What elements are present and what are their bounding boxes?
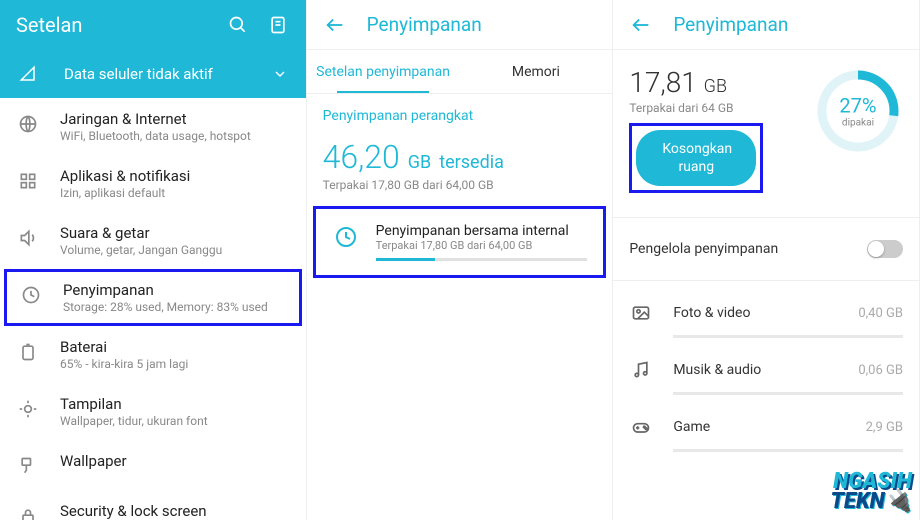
- used-amount: 17,81 GB: [629, 66, 805, 99]
- back-icon[interactable]: [323, 14, 347, 36]
- globe-icon: [16, 112, 40, 136]
- cat-size: 2,9 GB: [866, 420, 903, 435]
- storage-used-sub: Terpakai 17,80 GB dari 64,00 GB: [323, 178, 597, 192]
- sidebar-item-storage[interactable]: PenyimpananStorage: 28% used, Memory: 83…: [4, 269, 302, 326]
- item-label: Tampilan: [60, 395, 208, 413]
- tab-memory[interactable]: Memori: [459, 50, 612, 93]
- paint-icon: [16, 454, 40, 478]
- clock-icon: [19, 283, 43, 307]
- item-label: Security & lock screen: [60, 502, 207, 520]
- brightness-icon: [16, 397, 40, 421]
- item-label: Penyimpanan: [63, 281, 268, 299]
- item-sub: Storage: 28% used, Memory: 83% used: [63, 300, 268, 314]
- clock-icon: [332, 223, 360, 251]
- used-sub: Terpakai dari 64 GB: [629, 101, 805, 115]
- sidebar-item-battery[interactable]: Baterai65% - kira-kira 5 jam lagi: [0, 326, 306, 383]
- item-sub: Izin, aplikasi default: [60, 186, 190, 200]
- sidebar-item-network[interactable]: Jaringan & InternetWiFi, Bluetooth, data…: [0, 98, 306, 155]
- category-music[interactable]: Musik & audio 0,06 GB: [613, 346, 919, 386]
- storage-summary: 46,20 GB tersedia Terpakai 17,80 GB dari…: [307, 130, 613, 196]
- ring-percent: 27%: [839, 94, 876, 118]
- photo-icon: [629, 301, 653, 325]
- sidebar-item-apps[interactable]: Aplikasi & notifikasiIzin, aplikasi defa…: [0, 155, 306, 212]
- watermark-line2: TEKN: [831, 489, 885, 514]
- cat-size: 0,40 GB: [858, 306, 903, 321]
- cat-label: Musik & audio: [673, 362, 858, 378]
- watermark: NGASIH TEKN🔌: [831, 472, 912, 512]
- used-unit: GB: [704, 76, 727, 97]
- banner-text: Data seluler tidak aktif: [64, 65, 270, 83]
- card-icon[interactable]: [266, 13, 290, 37]
- storage-available-label: tersedia: [439, 152, 504, 173]
- internal-label: Penyimpanan bersama internal: [376, 223, 588, 239]
- search-icon[interactable]: [226, 13, 250, 37]
- volume-icon: [16, 226, 40, 250]
- internal-sub: Terpakai 17,80 GB dari 64,00 GB: [376, 239, 588, 252]
- sidebar-item-display[interactable]: TampilanWallpaper, tidur, ukuran font: [0, 383, 306, 440]
- item-label: Jaringan & Internet: [60, 110, 251, 128]
- page-title: Penyimpanan: [367, 13, 482, 36]
- back-icon[interactable]: [629, 14, 653, 36]
- storage-progress: [376, 258, 588, 261]
- cellular-banner[interactable]: Data seluler tidak aktif: [0, 50, 306, 98]
- item-label: Aplikasi & notifikasi: [60, 167, 190, 185]
- ring-label: dipakai: [839, 118, 876, 129]
- storage-unit: GB: [408, 152, 431, 173]
- chevron-down-icon: [270, 66, 290, 82]
- sidebar-item-sound[interactable]: Suara & getarVolume, getar, Jangan Gangg…: [0, 212, 306, 269]
- storage-panel: Penyimpanan Setelan penyimpanan Memori P…: [307, 0, 614, 520]
- storage-detail-panel: Penyimpanan 17,81 GB Terpakai dari 64 GB…: [613, 0, 920, 520]
- item-label: Suara & getar: [60, 224, 222, 242]
- battery-icon: [16, 340, 40, 364]
- settings-header: Setelan: [0, 0, 306, 50]
- settings-title: Setelan: [16, 13, 210, 37]
- cat-bar: [673, 392, 903, 395]
- storage-header: Penyimpanan: [307, 0, 613, 50]
- apps-icon: [16, 169, 40, 193]
- section-device-storage: Penyimpanan perangkat: [307, 94, 613, 130]
- item-sub: Volume, getar, Jangan Ganggu: [60, 243, 222, 257]
- used-number: 17,81: [629, 66, 697, 99]
- cat-bar: [673, 335, 903, 338]
- item-sub: Wallpaper, tidur, ukuran font: [60, 414, 208, 428]
- category-photos[interactable]: Foto & video 0,40 GB: [613, 289, 919, 329]
- storage-detail-header: Penyimpanan: [613, 0, 919, 50]
- sidebar-item-wallpaper[interactable]: Wallpaper: [0, 440, 306, 490]
- sidebar-item-security[interactable]: Security & lock screenKunci layar, sidik…: [0, 490, 306, 520]
- cat-size: 0,06 GB: [858, 363, 903, 378]
- item-label: Wallpaper: [60, 452, 127, 470]
- cat-bar: [673, 449, 903, 452]
- cat-label: Game: [673, 419, 865, 435]
- category-game[interactable]: Game 2,9 GB: [613, 403, 919, 443]
- free-space-button[interactable]: Kosongkanruang: [636, 130, 756, 186]
- storage-manager-row[interactable]: Pengelola penyimpanan: [613, 226, 919, 272]
- internal-storage-row[interactable]: Penyimpanan bersama internal Terpakai 17…: [313, 206, 607, 278]
- game-icon: [629, 415, 653, 439]
- signal-icon: [16, 65, 40, 83]
- lock-icon: [16, 504, 40, 520]
- item-sub: 65% - kira-kira 5 jam lagi: [60, 357, 188, 371]
- free-space-highlight: Kosongkanruang: [629, 123, 763, 193]
- settings-panel: Setelan Data seluler tidak aktif Jaringa…: [0, 0, 307, 520]
- manager-toggle[interactable]: [867, 240, 903, 258]
- music-icon: [629, 358, 653, 382]
- storage-tabs: Setelan penyimpanan Memori: [307, 50, 613, 94]
- storage-free-number: 46,20: [323, 138, 400, 176]
- item-sub: WiFi, Bluetooth, data usage, hotspot: [60, 129, 251, 143]
- manager-label: Pengelola penyimpanan: [629, 241, 867, 257]
- page-title: Penyimpanan: [673, 13, 788, 36]
- cat-label: Foto & video: [673, 305, 858, 321]
- tab-storage-settings[interactable]: Setelan penyimpanan: [307, 50, 460, 93]
- usage-ring: 27% dipakai: [813, 66, 903, 156]
- item-label: Baterai: [60, 338, 188, 356]
